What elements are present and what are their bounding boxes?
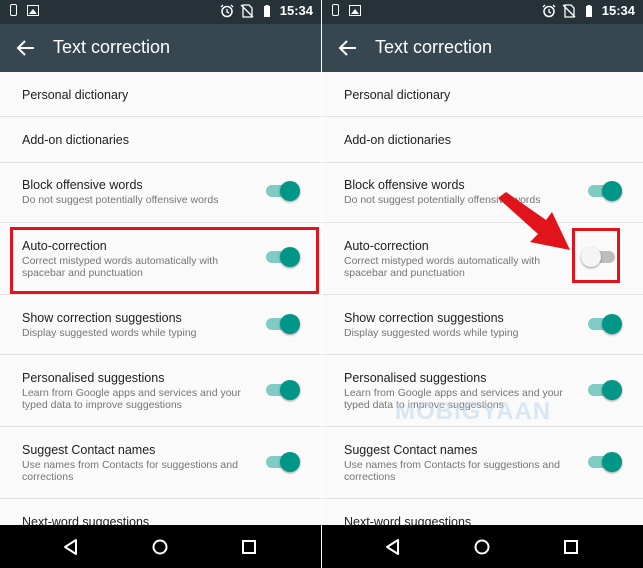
setting-summary: Learn from Google apps and services and … [22,387,241,411]
setting-title: Show correction suggestions [22,311,182,325]
setting-title: Personal dictionary [22,88,129,102]
alarm-icon [542,4,556,17]
phone-icon [10,4,17,16]
personalised-suggestions-toggle[interactable] [264,380,300,400]
suggest-contacts-toggle[interactable] [586,452,622,472]
battery-icon [263,4,270,17]
setting-title: Show correction suggestions [344,311,504,325]
setting-summary: Display suggested words while typing [344,327,519,339]
no-sim-icon [240,3,254,18]
setting-add-on-dictionaries[interactable]: Add-on dictionaries [0,117,321,163]
back-triangle-icon[interactable] [382,536,404,558]
image-notification-icon [349,4,361,16]
setting-add-on-dictionaries[interactable]: Add-on dictionaries [322,117,643,163]
recents-square-icon[interactable] [560,536,582,558]
home-circle-icon[interactable] [471,536,493,558]
setting-summary: Use names from Contacts for suggestions … [22,459,238,483]
setting-personalised-suggestions[interactable]: Personalised suggestions Learn from Goog… [0,355,321,427]
alarm-icon [220,4,234,17]
page-title: Text correction [53,37,171,57]
clock: 15:34 [279,3,313,18]
red-arrow-icon [498,192,570,250]
setting-title: Block offensive words [344,178,465,192]
setting-block-offensive-words[interactable]: Block offensive words Do not suggest pot… [322,163,643,223]
status-bar: 15:34 [322,0,643,24]
setting-title: Block offensive words [22,178,143,192]
battery-icon [585,4,592,17]
back-arrow-icon[interactable] [336,36,360,60]
status-bar: 15:34 [0,0,321,24]
back-triangle-icon[interactable] [60,536,82,558]
setting-title: Suggest Contact names [22,443,156,457]
setting-block-offensive-words[interactable]: Block offensive words Do not suggest pot… [0,163,321,223]
setting-title: Suggest Contact names [344,443,478,457]
block-offensive-toggle[interactable] [264,181,300,201]
setting-title: Add-on dictionaries [22,133,130,147]
watermark: MOBIGYAAN [395,398,552,425]
setting-suggest-contact-names[interactable]: Suggest Contact names Use names from Con… [0,427,321,499]
app-bar: Text correction [322,24,643,72]
setting-summary: Display suggested words while typing [22,327,197,339]
personalised-suggestions-toggle[interactable] [586,380,622,400]
setting-personal-dictionary[interactable]: Personal dictionary [322,72,643,117]
setting-suggest-contact-names[interactable]: Suggest Contact names Use names from Con… [322,427,643,499]
clock: 15:34 [601,3,635,18]
setting-show-correction-suggestions[interactable]: Show correction suggestions Display sugg… [322,295,643,355]
show-suggestions-toggle[interactable] [586,314,622,334]
setting-title: Add-on dictionaries [344,133,452,147]
phone-icon [332,4,339,16]
highlight-box [572,228,620,283]
setting-show-correction-suggestions[interactable]: Show correction suggestions Display sugg… [0,295,321,355]
setting-summary: Use names from Contacts for suggestions … [344,459,560,483]
recents-square-icon[interactable] [238,536,260,558]
app-bar: Text correction [0,24,321,72]
setting-title: Personalised suggestions [344,371,487,385]
setting-title: Auto-correction [344,239,429,253]
nav-bar [0,525,321,568]
home-circle-icon[interactable] [149,536,171,558]
no-sim-icon [562,3,576,18]
setting-summary: Correct mistyped words automatically wit… [344,255,541,279]
block-offensive-toggle[interactable] [586,181,622,201]
screenshot-after: 15:34 Text correction Personal dictionar… [322,0,643,568]
highlight-box [10,227,319,294]
setting-summary: Do not suggest potentially offensive wor… [22,194,219,206]
nav-bar [322,525,643,568]
show-suggestions-toggle[interactable] [264,314,300,334]
setting-title: Personal dictionary [344,88,451,102]
setting-title: Personalised suggestions [22,371,165,385]
image-notification-icon [27,4,39,16]
suggest-contacts-toggle[interactable] [264,452,300,472]
screenshot-before: 15:34 Text correction Personal dictionar… [0,0,321,568]
back-arrow-icon[interactable] [14,36,38,60]
setting-personal-dictionary[interactable]: Personal dictionary [0,72,321,117]
page-title: Text correction [375,37,493,57]
